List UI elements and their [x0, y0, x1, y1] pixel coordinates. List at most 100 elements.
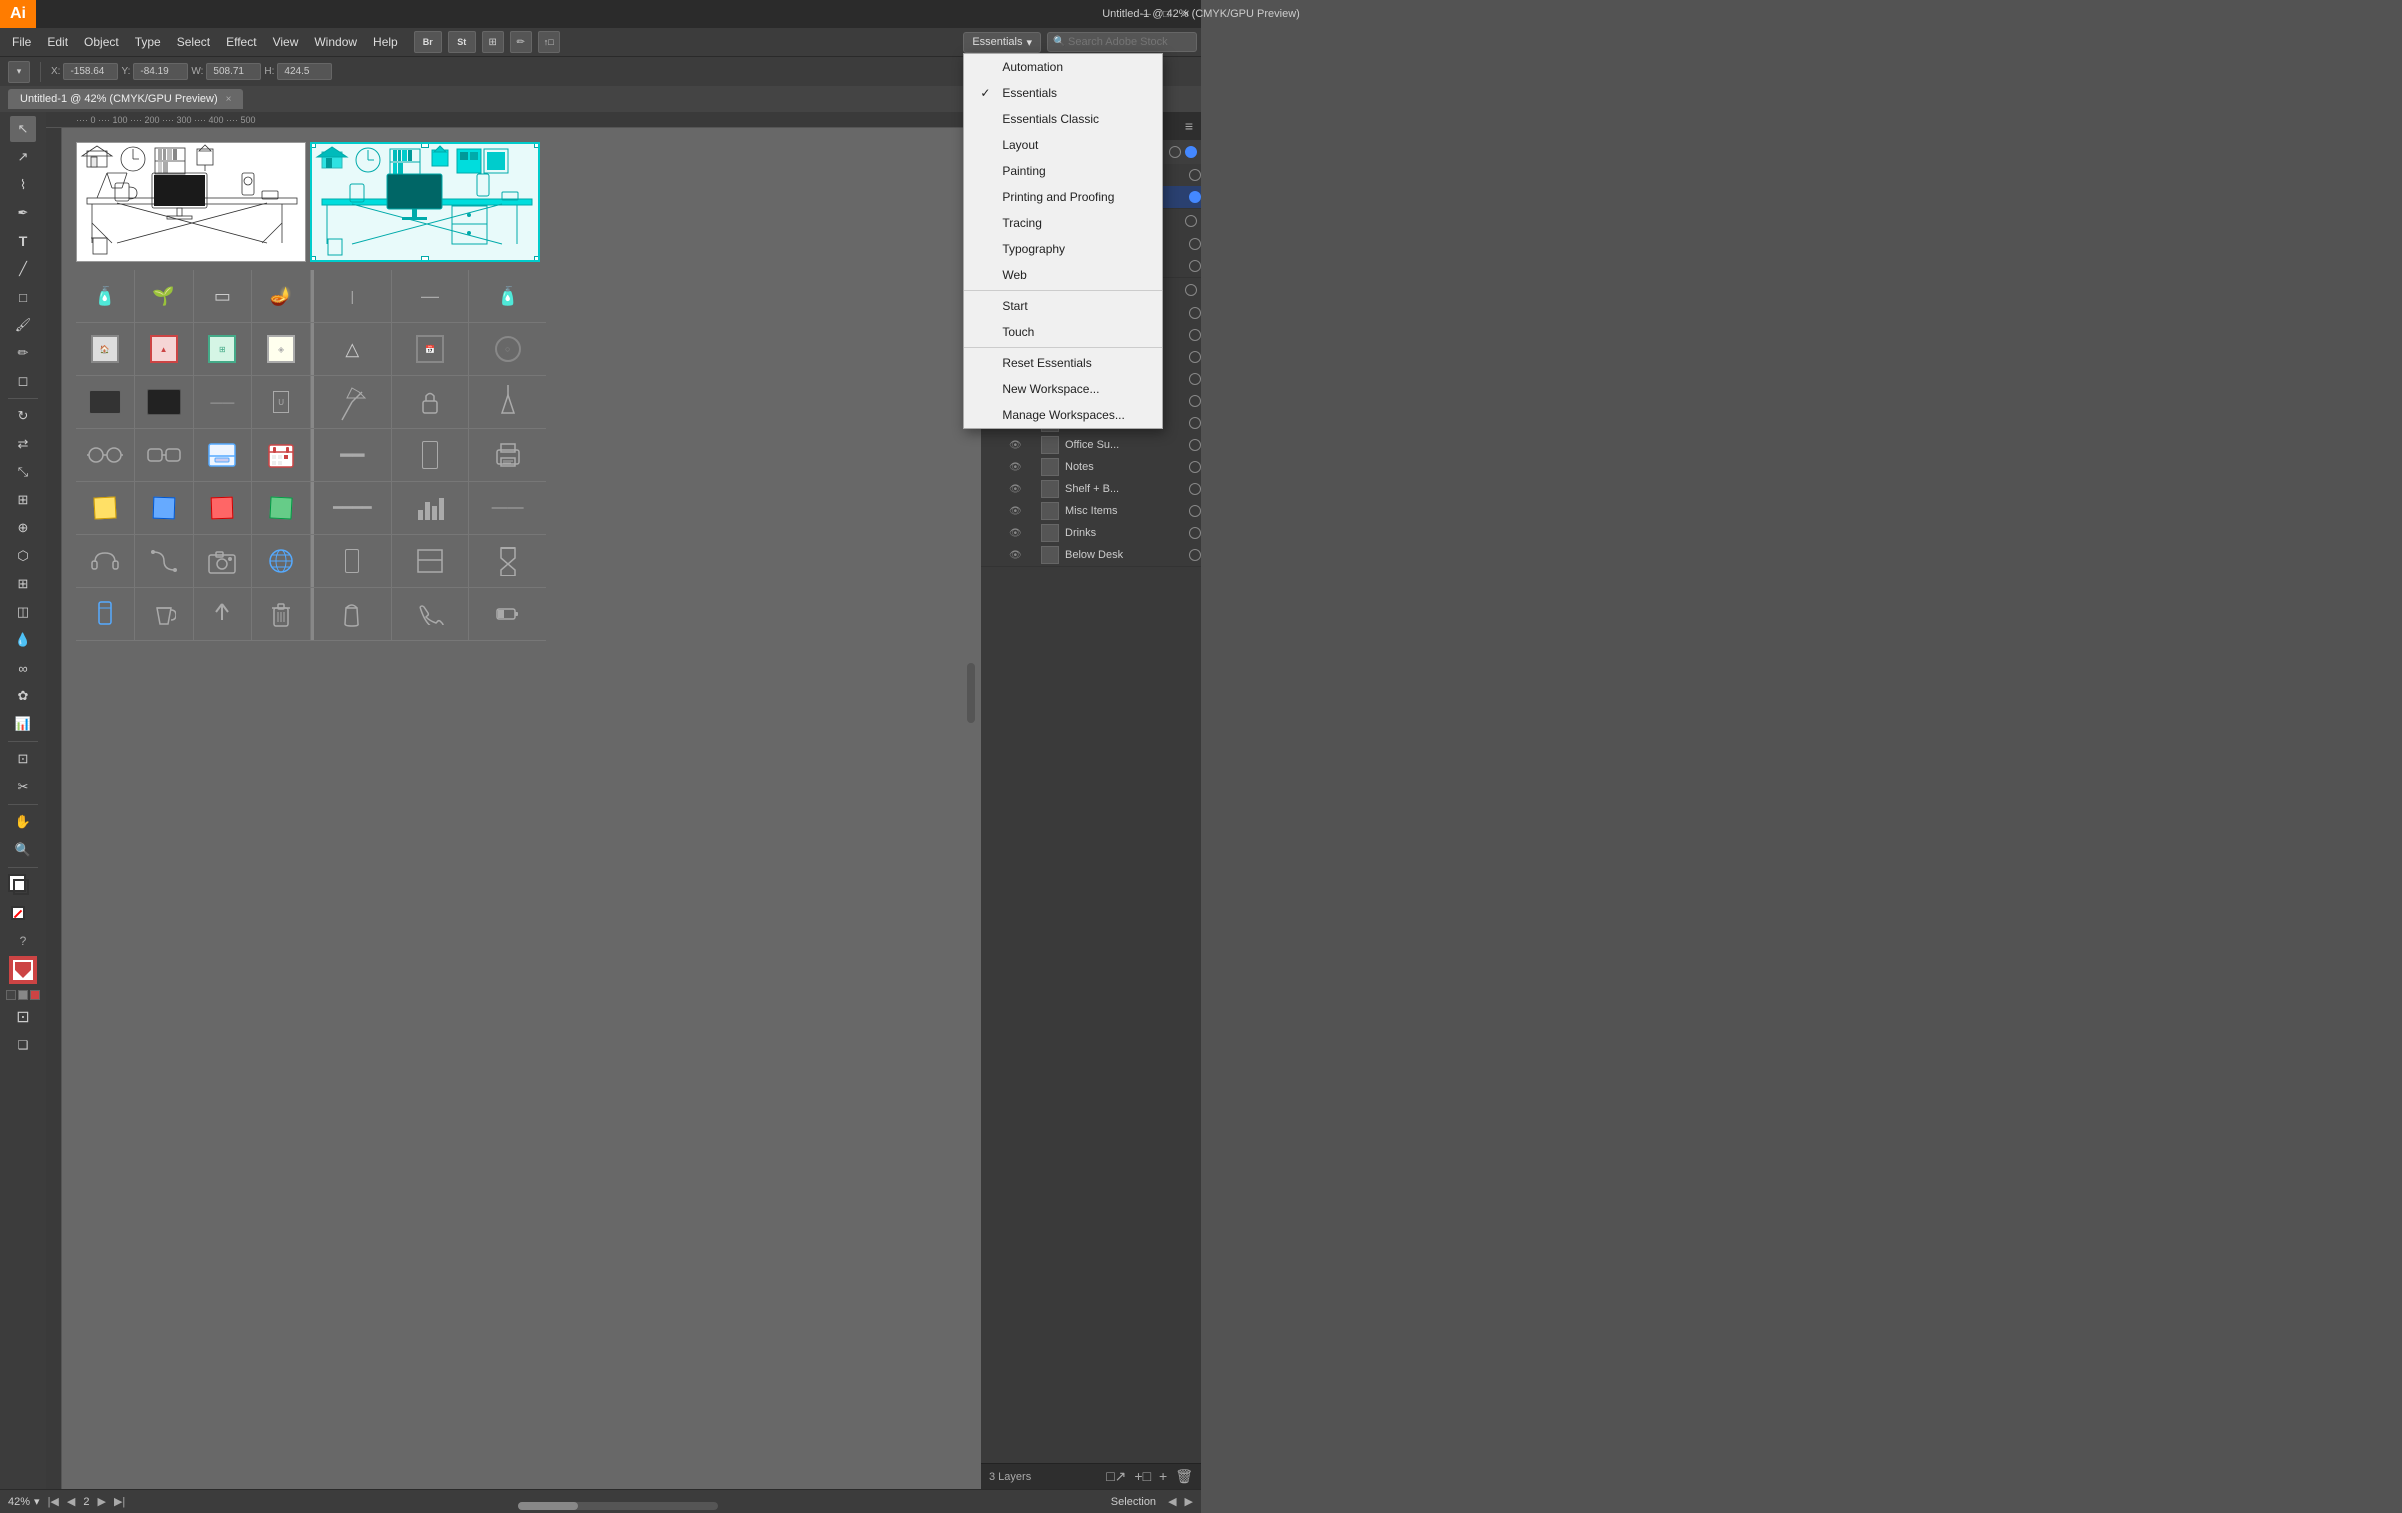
dd-painting[interactable]: Painting	[964, 158, 1162, 184]
handle-tr[interactable]	[534, 142, 540, 148]
layer-child-drinks[interactable]: 👁 Drinks	[981, 522, 1201, 544]
new-layer-btn[interactable]: +	[1159, 1468, 1167, 1485]
handle-bl[interactable]	[310, 256, 316, 262]
mesh-tool[interactable]: ⊞	[10, 571, 36, 597]
x-value[interactable]: -158.64	[63, 63, 118, 80]
pencil-tool[interactable]: ✏	[10, 340, 36, 366]
rotate-tool[interactable]: ↻	[10, 403, 36, 429]
stock-btn[interactable]: St	[448, 31, 476, 53]
dd-start[interactable]: Start	[964, 293, 1162, 319]
document-tab[interactable]: Untitled-1 @ 42% (CMYK/GPU Preview) ×	[8, 89, 243, 109]
dd-reset-essentials[interactable]: Reset Essentials	[964, 350, 1162, 376]
dd-typography[interactable]: Typography	[964, 236, 1162, 262]
dd-layout[interactable]: Layout	[964, 132, 1162, 158]
eyedropper-tool[interactable]: 💧	[10, 627, 36, 653]
dd-manage-workspaces[interactable]: Manage Workspaces...	[964, 402, 1162, 428]
control-style-btn[interactable]: ▾	[8, 61, 30, 83]
dd-tracing[interactable]: Tracing	[964, 210, 1162, 236]
menu-view[interactable]: View	[265, 31, 307, 53]
layer-vis-notes[interactable]: 👁	[1009, 462, 1025, 473]
slice-tool[interactable]: ✂	[10, 774, 36, 800]
scroll-thumb-bottom[interactable]	[518, 1502, 578, 1510]
grey-mode-btn[interactable]	[18, 990, 28, 1000]
layer-child-misc-items[interactable]: 👁 Misc Items	[981, 500, 1201, 522]
handle-bc[interactable]	[421, 256, 429, 262]
menu-select[interactable]: Select	[169, 31, 218, 53]
mirror-tool[interactable]: ⇄	[10, 431, 36, 457]
layer-vis-misc-items[interactable]: 👁	[1009, 506, 1025, 517]
menu-type[interactable]: Type	[127, 31, 169, 53]
menu-edit[interactable]: Edit	[39, 31, 76, 53]
red-mode-btn[interactable]	[30, 990, 40, 1000]
hand-tool[interactable]: ✋	[10, 809, 36, 835]
zoom-tool[interactable]: 🔍	[10, 837, 36, 863]
make-clipping-mask-btn[interactable]: □↗	[1106, 1468, 1126, 1485]
artboard-tool[interactable]: ⊡	[10, 746, 36, 772]
layer-child-shelf[interactable]: 👁 Shelf + B...	[981, 478, 1201, 500]
paintbrush-tool[interactable]: 🖌	[10, 312, 36, 338]
nav-prev[interactable]: ◀	[67, 1495, 75, 1508]
paintbrush-btn[interactable]: ✏	[510, 31, 532, 53]
layer-vis-office-su[interactable]: 👁	[1009, 440, 1025, 451]
shape-builder-tool[interactable]: ⊕	[10, 515, 36, 541]
normal-mode-btn[interactable]	[6, 990, 16, 1000]
stroke-swatch[interactable]	[13, 879, 29, 895]
question-tool[interactable]: ?	[10, 928, 36, 954]
lasso-tool[interactable]: ⌇	[10, 172, 36, 198]
handle-tl[interactable]	[310, 142, 316, 148]
layer-vis-below-desk[interactable]: 👁	[1009, 550, 1025, 561]
bridge-btn[interactable]: Br	[414, 31, 442, 53]
arrange-btn[interactable]: ⊞	[482, 31, 504, 53]
nav-next[interactable]: ▶	[97, 1495, 105, 1508]
workspace-selector[interactable]: Essentials ▾	[963, 32, 1041, 53]
symbol-tool[interactable]: ✿	[10, 683, 36, 709]
line-tool[interactable]: ╱	[10, 256, 36, 282]
perspective-tool[interactable]: ⬡	[10, 543, 36, 569]
menu-help[interactable]: Help	[365, 31, 406, 53]
dd-new-workspace[interactable]: New Workspace...	[964, 376, 1162, 402]
doc-tab-close[interactable]: ×	[226, 94, 232, 105]
free-transform-tool[interactable]: ⊞	[10, 487, 36, 513]
status-nav-right[interactable]: ▶	[1185, 1495, 1193, 1508]
status-nav-left[interactable]: ◀	[1168, 1495, 1176, 1508]
stock-search-input[interactable]	[1047, 32, 1197, 52]
eraser-tool[interactable]: ◻	[10, 368, 36, 394]
nav-last[interactable]: ▶|	[114, 1495, 125, 1508]
type-tool[interactable]: T	[10, 228, 36, 254]
layer-child-below-desk[interactable]: 👁 Below Desk	[981, 544, 1201, 566]
graph-tool[interactable]: 📊	[10, 711, 36, 737]
new-sublayer-btn[interactable]: +□	[1134, 1468, 1151, 1485]
menu-object[interactable]: Object	[76, 31, 127, 53]
w-value[interactable]: 508.71	[206, 63, 261, 80]
layer-vis-shelf[interactable]: 👁	[1009, 484, 1025, 495]
dd-automation[interactable]: Automation	[964, 54, 1162, 80]
layer-child-notes[interactable]: 👁 Notes	[981, 456, 1201, 478]
dd-essentials[interactable]: ✓ Essentials	[964, 80, 1162, 106]
handle-br[interactable]	[534, 256, 540, 262]
duplicate-btn[interactable]: ❑	[10, 1032, 36, 1058]
dd-printing-proofing[interactable]: Printing and Proofing	[964, 184, 1162, 210]
rect-tool[interactable]: □	[10, 284, 36, 310]
cloud-btn[interactable]: ↑□	[538, 31, 560, 53]
menu-file[interactable]: File	[4, 31, 39, 53]
pen-tool[interactable]: ✒	[10, 200, 36, 226]
screen-mode-btn[interactable]: ⊡	[10, 1004, 36, 1030]
zoom-dropdown-arrow[interactable]: ▾	[34, 1495, 40, 1508]
dd-essentials-classic[interactable]: Essentials Classic	[964, 106, 1162, 132]
blend-tool[interactable]: ∞	[10, 655, 36, 681]
menu-window[interactable]: Window	[306, 31, 365, 53]
direct-select-tool[interactable]: ↗	[10, 144, 36, 170]
y-value[interactable]: -84.19	[133, 63, 188, 80]
nav-first[interactable]: |◀	[48, 1495, 59, 1508]
gradient-tool[interactable]: ◫	[10, 599, 36, 625]
scroll-bar-bottom[interactable]	[518, 1502, 718, 1510]
h-value[interactable]: 424.5	[277, 63, 332, 80]
none-swatch[interactable]	[11, 906, 25, 920]
canvas-scrollbar-thumb[interactable]	[967, 663, 975, 723]
menu-effect[interactable]: Effect	[218, 31, 264, 53]
layer-child-office-su[interactable]: 👁 Office Su...	[981, 434, 1201, 456]
dd-web[interactable]: Web	[964, 262, 1162, 288]
width-tool[interactable]: ⤡	[10, 459, 36, 485]
layer-vis-drinks[interactable]: 👁	[1009, 528, 1025, 539]
delete-layer-btn[interactable]: 🗑	[1175, 1468, 1193, 1485]
